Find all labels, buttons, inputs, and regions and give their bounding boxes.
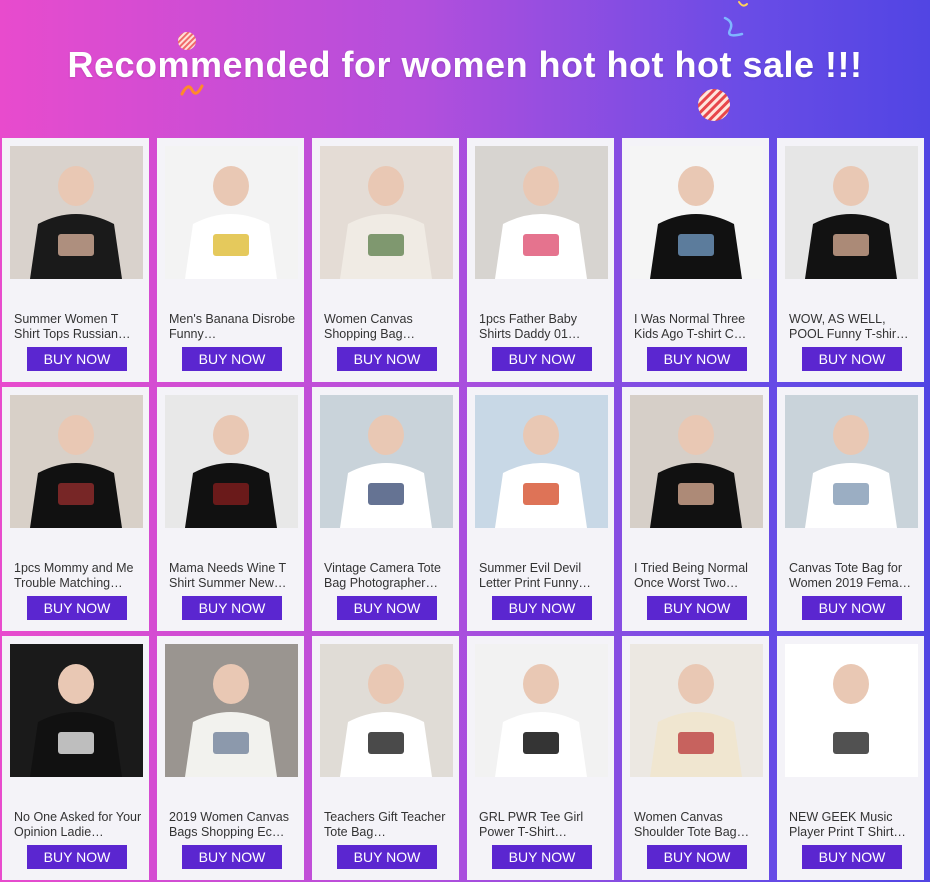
product-image[interactable] [320,395,453,528]
buy-now-button[interactable]: BUY NOW [337,347,437,371]
product-image[interactable] [10,146,143,279]
product-image[interactable] [475,644,608,777]
buy-now-button[interactable]: BUY NOW [802,845,902,869]
product-title[interactable]: No One Asked for Your Opinion Ladie… [14,810,142,840]
product-card[interactable]: Women Canvas Shoulder Tote Bag… BUY NOW [622,636,769,880]
product-card[interactable]: No One Asked for Your Opinion Ladie… BUY … [2,636,149,880]
buy-now-button[interactable]: BUY NOW [337,596,437,620]
product-image[interactable] [785,395,918,528]
product-card[interactable]: Vintage Camera Tote Bag Photographer… BUY… [312,387,459,631]
product-card[interactable]: 1pcs Father Baby Shirts Daddy 01… BUY NOW [467,138,614,382]
page-title: Recommended for women hot hot hot sale !… [67,44,863,85]
product-card[interactable]: I Tried Being Normal Once Worst Two… BUY … [622,387,769,631]
buy-now-button[interactable]: BUY NOW [182,845,282,869]
candy-ball-icon [698,89,730,121]
banner-header: Recommended for women hot hot hot sale !… [0,0,930,138]
ribbon-icon [738,1,748,7]
product-card[interactable]: Summer Evil Devil Letter Print Funny… BUY… [467,387,614,631]
buy-now-button[interactable]: BUY NOW [27,845,127,869]
product-title[interactable]: Canvas Tote Bag for Women 2019 Fema… [789,561,917,591]
buy-now-button[interactable]: BUY NOW [492,845,592,869]
product-image[interactable] [10,395,143,528]
product-image[interactable] [475,146,608,279]
buy-now-button[interactable]: BUY NOW [182,596,282,620]
product-image[interactable] [165,395,298,528]
product-card[interactable]: 1pcs Mommy and Me Trouble Matching… BUY N… [2,387,149,631]
ribbon-icon [723,16,744,37]
buy-now-button[interactable]: BUY NOW [337,845,437,869]
product-card[interactable]: Canvas Tote Bag for Women 2019 Fema… BUY … [777,387,924,631]
product-image[interactable] [320,644,453,777]
product-title[interactable]: Summer Women T Shirt Tops Russian… [14,312,142,342]
buy-now-button[interactable]: BUY NOW [182,347,282,371]
product-title[interactable]: I Tried Being Normal Once Worst Two… [634,561,762,591]
buy-now-button[interactable]: BUY NOW [802,347,902,371]
product-image[interactable] [630,146,763,279]
product-title[interactable]: Men's Banana Disrobe Funny… [169,312,297,342]
product-image[interactable] [630,395,763,528]
buy-now-button[interactable]: BUY NOW [27,596,127,620]
product-image[interactable] [630,644,763,777]
product-image[interactable] [785,146,918,279]
product-title[interactable]: 1pcs Mommy and Me Trouble Matching… [14,561,142,591]
product-card[interactable]: Mama Needs Wine T Shirt Summer New… BUY N… [157,387,304,631]
product-card[interactable]: I Was Normal Three Kids Ago T-shirt C… BU… [622,138,769,382]
product-card[interactable]: Teachers Gift Teacher Tote Bag… BUY NOW [312,636,459,880]
buy-now-button[interactable]: BUY NOW [647,845,747,869]
product-card[interactable]: Summer Women T Shirt Tops Russian… BUY NO… [2,138,149,382]
product-card[interactable]: GRL PWR Tee Girl Power T-Shirt… BUY NOW [467,636,614,880]
product-image[interactable] [165,644,298,777]
buy-now-button[interactable]: BUY NOW [647,347,747,371]
product-image[interactable] [10,644,143,777]
product-title[interactable]: Women Canvas Shopping Bag… [324,312,452,342]
product-title[interactable]: GRL PWR Tee Girl Power T-Shirt… [479,810,607,840]
product-title[interactable]: NEW GEEK Music Player Print T Shirt… [789,810,917,840]
product-card[interactable]: Men's Banana Disrobe Funny… BUY NOW [157,138,304,382]
buy-now-button[interactable]: BUY NOW [802,596,902,620]
product-title[interactable]: WOW, AS WELL, POOL Funny T-shir… [789,312,917,342]
product-title[interactable]: 1pcs Father Baby Shirts Daddy 01… [479,312,607,342]
product-card[interactable]: NEW GEEK Music Player Print T Shirt… BUY … [777,636,924,880]
product-title[interactable]: Mama Needs Wine T Shirt Summer New… [169,561,297,591]
product-image[interactable] [320,146,453,279]
buy-now-button[interactable]: BUY NOW [492,347,592,371]
product-image[interactable] [475,395,608,528]
product-card[interactable]: WOW, AS WELL, POOL Funny T-shir… BUY NOW [777,138,924,382]
product-image[interactable] [785,644,918,777]
product-grid: Summer Women T Shirt Tops Russian… BUY NO… [2,138,930,882]
buy-now-button[interactable]: BUY NOW [27,347,127,371]
product-title[interactable]: Vintage Camera Tote Bag Photographer… [324,561,452,591]
product-title[interactable]: Teachers Gift Teacher Tote Bag… [324,810,452,840]
buy-now-button[interactable]: BUY NOW [647,596,747,620]
product-title[interactable]: Summer Evil Devil Letter Print Funny… [479,561,607,591]
product-image[interactable] [165,146,298,279]
product-card[interactable]: Women Canvas Shopping Bag… BUY NOW [312,138,459,382]
product-title[interactable]: 2019 Women Canvas Bags Shopping Ec… [169,810,297,840]
product-title[interactable]: Women Canvas Shoulder Tote Bag… [634,810,762,840]
product-card[interactable]: 2019 Women Canvas Bags Shopping Ec… BUY N… [157,636,304,880]
product-title[interactable]: I Was Normal Three Kids Ago T-shirt C… [634,312,762,342]
buy-now-button[interactable]: BUY NOW [492,596,592,620]
